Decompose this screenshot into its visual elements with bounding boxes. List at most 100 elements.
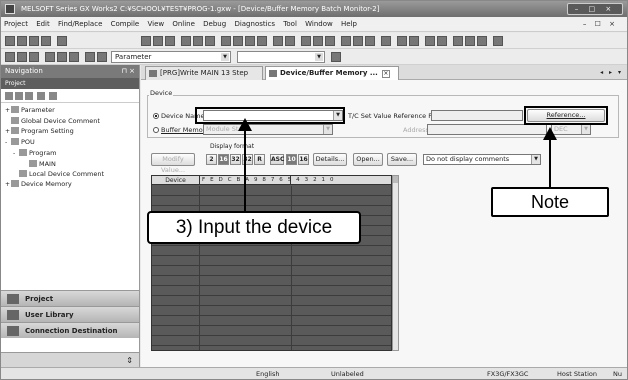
- menu-edit[interactable]: Edit: [33, 17, 53, 32]
- contact-icon[interactable]: [193, 36, 203, 46]
- close-icon[interactable]: ×: [381, 70, 390, 78]
- read-plc-icon[interactable]: [245, 36, 255, 46]
- sort-icon[interactable]: [25, 92, 33, 100]
- menu-compile[interactable]: Compile: [108, 17, 143, 32]
- table-row[interactable]: [152, 256, 391, 266]
- table-row[interactable]: [152, 306, 391, 316]
- menu-help[interactable]: Help: [338, 17, 360, 32]
- compile-icon[interactable]: [273, 36, 283, 46]
- table-row[interactable]: [152, 266, 391, 276]
- grid-device-cell[interactable]: [152, 266, 200, 275]
- tree-item-pou[interactable]: - POU: [1, 137, 139, 148]
- format-16bit-button[interactable]: 16: [218, 154, 229, 165]
- nav-button-project[interactable]: Project: [1, 290, 139, 306]
- jump-icon[interactable]: [331, 52, 341, 62]
- format-32bit-alt-button[interactable]: 32: [242, 154, 253, 165]
- parameter-icon[interactable]: [97, 52, 107, 62]
- split-icon[interactable]: [409, 36, 419, 46]
- format-ascii-button[interactable]: ASC: [270, 154, 284, 165]
- new-icon[interactable]: [5, 36, 15, 46]
- stop-monitor-icon[interactable]: [353, 36, 363, 46]
- menu-online[interactable]: Online: [169, 17, 198, 32]
- device-icon[interactable]: [85, 52, 95, 62]
- find-icon[interactable]: [165, 36, 175, 46]
- tree-item-main[interactable]: MAIN: [1, 159, 139, 169]
- nav-resize-handle[interactable]: ⇕: [1, 352, 139, 367]
- table-row[interactable]: [152, 296, 391, 306]
- properties-icon[interactable]: [37, 92, 45, 100]
- tree-item-program[interactable]: - Program: [1, 148, 139, 159]
- parameter-select[interactable]: Parameter ▼: [111, 51, 231, 63]
- st-icon[interactable]: [465, 36, 475, 46]
- grid-device-cell[interactable]: [152, 296, 200, 305]
- filter-icon[interactable]: [49, 92, 57, 100]
- tree-item-local-device-comment[interactable]: Local Device Comment: [1, 169, 139, 179]
- menu-diagnostics[interactable]: Diagnostics: [231, 17, 278, 32]
- write-plc-icon[interactable]: [233, 36, 243, 46]
- table-row[interactable]: [152, 286, 391, 296]
- print-icon[interactable]: [41, 36, 51, 46]
- grid-device-cell[interactable]: [152, 316, 200, 325]
- scroll-up-icon[interactable]: [393, 176, 398, 183]
- grid-device-cell[interactable]: [152, 276, 200, 285]
- fb-icon[interactable]: [29, 52, 39, 62]
- details-button[interactable]: Details...: [313, 153, 347, 166]
- sfc-icon[interactable]: [453, 36, 463, 46]
- comment-display-combo[interactable]: Do not display comments ▼: [423, 154, 541, 165]
- open-button[interactable]: Open...: [353, 153, 383, 166]
- format-hex-button[interactable]: 16: [298, 154, 309, 165]
- monitor-grid[interactable]: Device F E D C B A 9 8 7 6 5 4 3 2 1 0: [151, 175, 392, 351]
- undo-icon[interactable]: [141, 36, 151, 46]
- grid-device-cell[interactable]: [152, 346, 200, 350]
- tree-item-program-setting[interactable]: + Program Setting: [1, 126, 139, 137]
- table-row[interactable]: [152, 276, 391, 286]
- tab-controls[interactable]: ◂ ▸ ▾: [600, 65, 623, 80]
- nav-button-user-library[interactable]: User Library: [1, 306, 139, 322]
- watch-icon[interactable]: [365, 36, 375, 46]
- open-icon[interactable]: [17, 36, 27, 46]
- tree-item-global-device-comment[interactable]: Global Device Comment: [1, 116, 139, 126]
- collapse-icon[interactable]: [15, 92, 23, 100]
- mdi-controls[interactable]: – ☐ ×: [580, 17, 621, 32]
- table-row[interactable]: [152, 186, 391, 196]
- statement-icon[interactable]: [57, 52, 67, 62]
- verify-icon[interactable]: [257, 36, 267, 46]
- fbd-icon[interactable]: [477, 36, 487, 46]
- rebuild-icon[interactable]: [285, 36, 295, 46]
- menu-project[interactable]: Project: [1, 17, 31, 32]
- window-icon[interactable]: [397, 36, 407, 46]
- grid-vertical-scrollbar[interactable]: [392, 175, 399, 351]
- menu-find-replace[interactable]: Find/Replace: [55, 17, 105, 32]
- monitor-icon[interactable]: [221, 36, 231, 46]
- secondary-select[interactable]: ▼: [237, 51, 325, 63]
- coil-icon[interactable]: [205, 36, 215, 46]
- table-row[interactable]: [152, 336, 391, 346]
- buffer-memory-radio[interactable]: Buffer Memory: [153, 126, 209, 134]
- table-row[interactable]: [152, 316, 391, 326]
- grid-device-cell[interactable]: [152, 286, 200, 295]
- menu-view[interactable]: View: [144, 17, 167, 32]
- menu-tool[interactable]: Tool: [280, 17, 300, 32]
- tree-item-device-memory[interactable]: + Device Memory: [1, 179, 139, 190]
- tab-device-buffer-memory[interactable]: Device/Buffer Memory ... ×: [265, 66, 399, 80]
- format-decimal-button[interactable]: 10: [286, 154, 297, 165]
- modify-value-button[interactable]: Modify Value...: [151, 153, 195, 174]
- redo-icon[interactable]: [153, 36, 163, 46]
- cross-ref-icon[interactable]: [325, 36, 335, 46]
- format-real-button[interactable]: R: [254, 154, 265, 165]
- project-type-icon[interactable]: [5, 52, 15, 62]
- cascade-icon[interactable]: [437, 36, 447, 46]
- pin-icon[interactable]: ⊓ ×: [121, 65, 135, 78]
- cut-icon[interactable]: [57, 36, 67, 46]
- table-row[interactable]: [152, 346, 391, 350]
- grid-device-cell[interactable]: [152, 336, 200, 345]
- note-icon[interactable]: [69, 52, 79, 62]
- format-bit-button[interactable]: 2: [206, 154, 217, 165]
- simulate-icon[interactable]: [381, 36, 391, 46]
- device-list-icon[interactable]: [313, 36, 323, 46]
- program-icon[interactable]: [17, 52, 27, 62]
- nav-button-connection-destination[interactable]: Connection Destination: [1, 322, 139, 338]
- menu-debug[interactable]: Debug: [200, 17, 229, 32]
- grid-device-cell[interactable]: [152, 326, 200, 335]
- table-row[interactable]: [152, 196, 391, 206]
